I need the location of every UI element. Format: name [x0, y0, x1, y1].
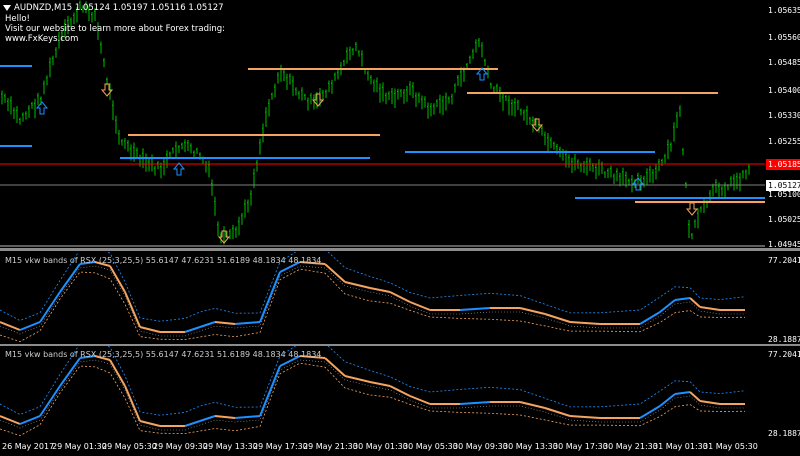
rsx-line-segment — [674, 297, 691, 301]
time-label: 30 May 21:30 — [603, 442, 658, 451]
price-label: 1.05330 — [768, 111, 800, 120]
info-line-1: Hello! — [5, 14, 30, 24]
indicator-pane-2[interactable]: M15 vkw bands of RSX (25,3,25,5) 55.6147… — [0, 346, 800, 438]
price-chart[interactable] — [0, 0, 765, 248]
rsx-line-segment — [324, 357, 346, 377]
rsx-line-segment — [639, 405, 661, 419]
time-label: 30 May 01:30 — [353, 442, 408, 451]
time-label: 30 May 09:30 — [453, 442, 508, 451]
info-line-2: Visit our website to learn more about Fo… — [5, 24, 225, 34]
rsx-line-segment — [544, 407, 571, 417]
rsx-line-segment — [519, 401, 546, 409]
indicator-2-axis-bottom: 28.1887 — [768, 429, 800, 438]
rsx-line-segment — [139, 326, 161, 333]
rsx-line-segment — [199, 415, 216, 422]
price-label: 1.05635 — [768, 6, 800, 15]
rsx-line-segment — [409, 395, 431, 405]
rsx-line-segment — [259, 365, 281, 417]
rsx-line-segment — [184, 326, 201, 333]
time-label: 29 May 09:30 — [153, 442, 208, 451]
indicator-1-title: M15 vkw bands of RSX (25,3,25,5) 55.6147… — [5, 256, 322, 265]
time-label: 29 May 21:30 — [303, 442, 358, 451]
rsx-line-segment — [234, 321, 261, 325]
time-label: 30 May 13:30 — [503, 442, 558, 451]
rsx-line-segment — [184, 420, 201, 427]
rsx-line-segment — [389, 291, 411, 303]
time-label: 30 May 05:30 — [403, 442, 458, 451]
price-label: 1.05485 — [768, 58, 800, 67]
chart-window[interactable]: AUDNZD,M15 1.05124 1.05197 1.05116 1.051… — [0, 0, 800, 456]
rsx-line-segment — [39, 385, 61, 417]
rsx-line-segment — [109, 359, 126, 387]
time-label: 29 May 01:30 — [52, 442, 107, 451]
rsx-line-segment — [389, 385, 411, 397]
price-label: 1.05400 — [768, 86, 800, 95]
rsx-line-segment — [519, 307, 546, 315]
price-label: 1.05100 — [768, 190, 800, 199]
rsx-line-segment — [324, 263, 346, 283]
indicator-chart-2[interactable] — [0, 346, 765, 438]
indicator-1-axis-bottom: 28.1887 — [768, 335, 800, 344]
indicator-chart-1[interactable] — [0, 252, 765, 344]
rsx-line-segment — [699, 400, 721, 405]
rsx-line-segment — [259, 271, 281, 323]
price-label: 1.05560 — [768, 33, 800, 42]
time-label: 29 May 17:30 — [253, 442, 308, 451]
rsx-line-segment — [459, 401, 491, 405]
rsx-line-segment — [0, 415, 21, 425]
rsx-line-segment — [369, 287, 391, 293]
rsx-line-segment — [344, 281, 371, 289]
lower-band-line — [0, 268, 746, 343]
time-label: 29 May 13:30 — [203, 442, 258, 451]
rsx-line-segment — [59, 357, 81, 387]
rsx-line-segment — [369, 381, 391, 387]
price-label: 1.05255 — [768, 137, 800, 146]
rsx-line-segment — [569, 321, 601, 325]
rsx-line-segment — [19, 415, 41, 425]
rsx-line-segment — [234, 415, 261, 419]
arrow-up-icon — [172, 162, 186, 176]
red-price-box: 1.05185 — [766, 159, 800, 170]
lower-band-line — [0, 362, 746, 437]
time-label: 31 May 01:30 — [653, 442, 708, 451]
rsx-line-segment — [214, 321, 236, 325]
rsx-line-segment — [639, 311, 661, 325]
rsx-line-segment — [199, 321, 216, 328]
time-label: 31 May 05:30 — [703, 442, 758, 451]
info-line-3: www.FxKeys.com — [5, 34, 79, 44]
indicator-2-title: M15 vkw bands of RSX (25,3,25,5) 55.6147… — [5, 350, 322, 359]
rsx-line-segment — [139, 420, 161, 427]
time-label: 30 May 17:30 — [553, 442, 608, 451]
time-label: 26 May 2017 — [2, 442, 55, 451]
price-pane[interactable]: AUDNZD,M15 1.05124 1.05197 1.05116 1.051… — [0, 0, 800, 248]
rsx-line-segment — [109, 265, 126, 293]
rsx-line-segment — [459, 307, 491, 311]
price-label: 1.04945 — [768, 240, 800, 249]
rsx-line-segment — [0, 321, 21, 331]
rsx-line-segment — [544, 313, 571, 323]
indicator-2-axis-top: 77.2041 — [768, 350, 800, 359]
rsx-line-segment — [689, 297, 701, 308]
rsx-line-segment — [59, 263, 81, 293]
indicator-1-axis-top: 77.2041 — [768, 256, 800, 265]
rsx-line-segment — [689, 391, 701, 402]
time-label: 29 May 05:30 — [102, 442, 157, 451]
arrow-down-icon — [685, 202, 699, 216]
pane-separator[interactable] — [0, 248, 800, 251]
chart-title: AUDNZD,M15 1.05124 1.05197 1.05116 1.051… — [3, 3, 224, 13]
rsx-line-segment — [674, 391, 691, 395]
rsx-line-segment — [19, 321, 41, 331]
rsx-line-segment — [699, 306, 721, 311]
chart-title-text: AUDNZD,M15 1.05124 1.05197 1.05116 1.051… — [14, 3, 224, 13]
rsx-line-segment — [39, 291, 61, 323]
chevron-down-icon[interactable] — [3, 4, 11, 11]
rsx-line-segment — [214, 415, 236, 419]
indicator-pane-1[interactable]: M15 vkw bands of RSX (25,3,25,5) 55.6147… — [0, 252, 800, 344]
price-label: 1.05025 — [768, 215, 800, 224]
rsx-line-segment — [569, 415, 601, 419]
rsx-line-segment — [344, 375, 371, 383]
rsx-line-segment — [409, 301, 431, 311]
